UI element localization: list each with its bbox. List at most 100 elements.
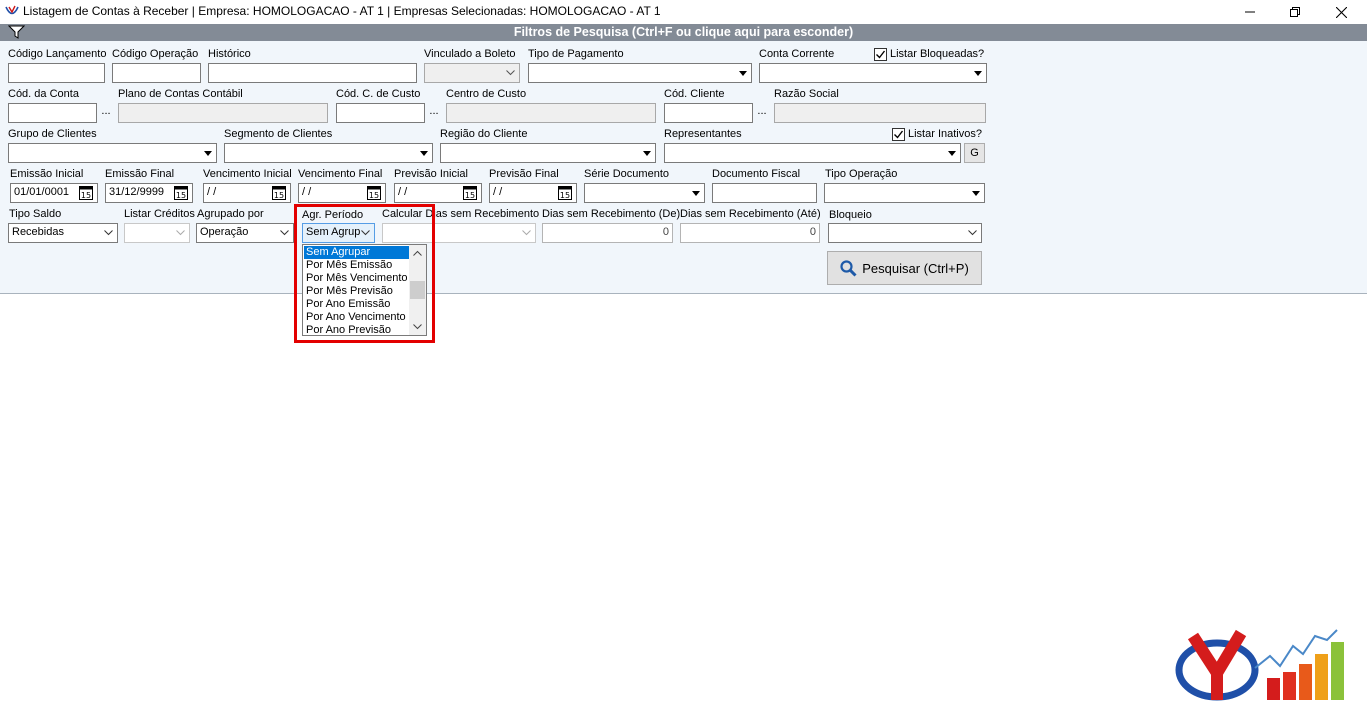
bloqueio-select[interactable] xyxy=(828,223,982,243)
label-listar-inativos[interactable]: Listar Inativos? xyxy=(908,128,982,140)
cod-conta-lookup-button[interactable]: ... xyxy=(98,103,114,123)
cod-c-custo-input[interactable] xyxy=(336,103,425,123)
brand-logo-icon xyxy=(1175,629,1344,701)
chevron-down-icon xyxy=(101,225,116,241)
label-conta-corrente: Conta Corrente xyxy=(759,48,835,60)
label-codigo-operacao: Código Operação xyxy=(112,48,199,60)
label-listar-creditos: Listar Créditos xyxy=(124,208,195,220)
label-cod-cliente: Cód. Cliente xyxy=(664,88,725,100)
label-regiao-cliente: Região do Cliente xyxy=(440,128,528,140)
dropdown-arrow-icon xyxy=(944,145,959,161)
tipo-saldo-value: Recebidas xyxy=(12,226,64,238)
previsao-final-value: / / xyxy=(493,186,503,198)
magnifier-icon xyxy=(840,259,857,277)
label-grupo-clientes: Grupo de Clientes xyxy=(8,128,97,140)
search-button-label: Pesquisar (Ctrl+P) xyxy=(862,260,969,276)
label-previsao-final: Previsão Final xyxy=(489,168,559,180)
highlight-annotation-box xyxy=(294,204,435,343)
agrupado-por-value: Operação xyxy=(200,226,249,238)
calendar-icon[interactable]: 15 xyxy=(367,186,381,200)
dias-de-input[interactable]: 0 xyxy=(542,223,673,243)
grupo-clientes-select[interactable] xyxy=(8,143,217,163)
svg-text:15: 15 xyxy=(465,191,475,200)
calendar-icon[interactable]: 15 xyxy=(272,186,286,200)
cod-conta-input[interactable] xyxy=(8,103,97,123)
label-vencimento-inicial: Vencimento Inicial xyxy=(203,168,292,180)
conta-corrente-select[interactable] xyxy=(759,63,987,83)
calendar-icon[interactable]: 15 xyxy=(79,186,93,200)
label-codigo-lancamento: Código Lançamento xyxy=(8,48,107,60)
label-listar-bloqueadas[interactable]: Listar Bloqueadas? xyxy=(890,48,984,60)
tipo-saldo-select[interactable]: Recebidas xyxy=(8,223,118,243)
label-bloqueio: Bloqueio xyxy=(829,209,872,221)
svg-text:15: 15 xyxy=(369,191,379,200)
label-emissao-final: Emissão Final xyxy=(105,168,175,180)
calendar-icon[interactable]: 15 xyxy=(174,186,188,200)
calendar-icon[interactable]: 15 xyxy=(463,186,477,200)
serie-documento-select[interactable] xyxy=(584,183,705,203)
dias-ate-input[interactable]: 0 xyxy=(680,223,820,243)
listar-inativos-checkbox[interactable] xyxy=(892,128,905,141)
dropdown-arrow-icon xyxy=(735,65,750,81)
agrupado-por-select[interactable]: Operação xyxy=(196,223,294,243)
search-button[interactable]: Pesquisar (Ctrl+P) xyxy=(827,251,982,285)
label-documento-fiscal: Documento Fiscal xyxy=(712,168,801,180)
label-segmento-clientes: Segmento de Clientes xyxy=(224,128,333,140)
segmento-clientes-select[interactable] xyxy=(224,143,433,163)
listar-creditos-select[interactable] xyxy=(124,223,190,243)
dropdown-arrow-icon xyxy=(968,185,983,201)
label-tipo-operacao: Tipo Operação xyxy=(825,168,898,180)
app-logo-icon xyxy=(5,5,19,15)
label-centro-custo: Centro de Custo xyxy=(446,88,527,100)
g-button[interactable]: G xyxy=(964,143,985,163)
dropdown-arrow-icon xyxy=(688,185,703,201)
filter-header-title[interactable]: Filtros de Pesquisa (Ctrl+F ou clique aq… xyxy=(0,25,1367,39)
dropdown-arrow-icon xyxy=(200,145,215,161)
checkmark-icon xyxy=(894,130,904,139)
window-title: Listagem de Contas à Receber | Empresa: … xyxy=(23,4,661,18)
label-serie-documento: Série Documento xyxy=(584,168,669,180)
vencimento-inicial-value: / / xyxy=(207,186,217,198)
listar-bloqueadas-checkbox[interactable] xyxy=(874,48,887,61)
chevron-down-icon xyxy=(965,225,980,241)
tipo-operacao-select[interactable] xyxy=(824,183,985,203)
label-razao-social: Razão Social xyxy=(774,88,839,100)
restore-icon xyxy=(1290,7,1300,17)
dropdown-arrow-icon xyxy=(416,145,431,161)
codigo-lancamento-input[interactable] xyxy=(8,63,105,83)
label-agrupado-por: Agrupado por xyxy=(197,208,264,220)
label-emissao-inicial: Emissão Inicial xyxy=(10,168,84,180)
restore-button[interactable] xyxy=(1272,0,1318,24)
dropdown-arrow-icon xyxy=(639,145,654,161)
calendar-icon[interactable]: 15 xyxy=(558,186,572,200)
label-dias-ate: Dias sem Recebimento (Até) xyxy=(680,208,821,220)
emissao-inicial-value: 01/01/0001 xyxy=(14,186,70,198)
historico-input[interactable] xyxy=(208,63,417,83)
cod-cliente-lookup-button[interactable]: ... xyxy=(754,103,770,123)
svg-text:15: 15 xyxy=(274,191,284,200)
label-cod-c-custo: Cód. C. de Custo xyxy=(336,88,421,100)
minimize-icon xyxy=(1245,11,1255,13)
svg-text:15: 15 xyxy=(560,191,570,200)
representantes-select[interactable] xyxy=(664,143,961,163)
codigo-operacao-input[interactable] xyxy=(112,63,201,83)
previsao-inicial-value: / / xyxy=(398,186,408,198)
centro-custo-display xyxy=(446,103,656,123)
label-historico: Histórico xyxy=(208,48,251,60)
vencimento-final-value: / / xyxy=(302,186,312,198)
cod-c-custo-lookup-button[interactable]: ... xyxy=(426,103,442,123)
cod-cliente-input[interactable] xyxy=(664,103,753,123)
svg-text:15: 15 xyxy=(176,191,186,200)
emissao-final-value: 31/12/9999 xyxy=(109,186,165,198)
regiao-cliente-select[interactable] xyxy=(440,143,656,163)
label-representantes: Representantes xyxy=(664,128,742,140)
documento-fiscal-input[interactable] xyxy=(712,183,817,203)
tipo-pagamento-select[interactable] xyxy=(528,63,752,83)
label-tipo-pagamento: Tipo de Pagamento xyxy=(528,48,624,60)
close-button[interactable] xyxy=(1318,0,1364,24)
chevron-down-icon xyxy=(277,225,292,241)
minimize-button[interactable] xyxy=(1227,0,1273,24)
vinculado-boleto-select[interactable] xyxy=(424,63,520,83)
chevron-down-icon xyxy=(503,65,518,81)
label-previsao-inicial: Previsão Inicial xyxy=(394,168,468,180)
